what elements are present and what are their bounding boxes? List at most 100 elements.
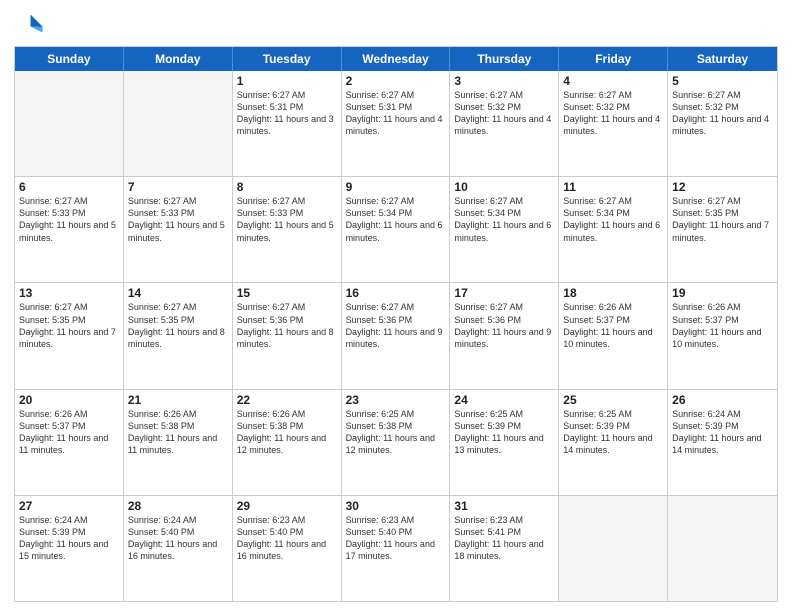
day-info: Sunrise: 6:26 AM Sunset: 5:37 PM Dayligh…: [563, 301, 663, 350]
day-cell-29: 29Sunrise: 6:23 AM Sunset: 5:40 PM Dayli…: [233, 496, 342, 601]
day-info: Sunrise: 6:27 AM Sunset: 5:31 PM Dayligh…: [237, 89, 337, 138]
empty-cell: [559, 496, 668, 601]
day-number: 5: [672, 74, 773, 88]
day-number: 8: [237, 180, 337, 194]
day-info: Sunrise: 6:27 AM Sunset: 5:33 PM Dayligh…: [19, 195, 119, 244]
day-cell-24: 24Sunrise: 6:25 AM Sunset: 5:39 PM Dayli…: [450, 390, 559, 495]
day-number: 31: [454, 499, 554, 513]
header-day-wednesday: Wednesday: [342, 47, 451, 71]
day-cell-20: 20Sunrise: 6:26 AM Sunset: 5:37 PM Dayli…: [15, 390, 124, 495]
day-info: Sunrise: 6:23 AM Sunset: 5:40 PM Dayligh…: [237, 514, 337, 563]
day-info: Sunrise: 6:26 AM Sunset: 5:38 PM Dayligh…: [237, 408, 337, 457]
day-cell-25: 25Sunrise: 6:25 AM Sunset: 5:39 PM Dayli…: [559, 390, 668, 495]
logo-icon: [14, 10, 44, 40]
day-number: 29: [237, 499, 337, 513]
day-info: Sunrise: 6:27 AM Sunset: 5:32 PM Dayligh…: [563, 89, 663, 138]
day-cell-30: 30Sunrise: 6:23 AM Sunset: 5:40 PM Dayli…: [342, 496, 451, 601]
day-info: Sunrise: 6:23 AM Sunset: 5:41 PM Dayligh…: [454, 514, 554, 563]
day-cell-31: 31Sunrise: 6:23 AM Sunset: 5:41 PM Dayli…: [450, 496, 559, 601]
calendar-body: 1Sunrise: 6:27 AM Sunset: 5:31 PM Daylig…: [15, 71, 777, 601]
day-cell-19: 19Sunrise: 6:26 AM Sunset: 5:37 PM Dayli…: [668, 283, 777, 388]
day-info: Sunrise: 6:27 AM Sunset: 5:36 PM Dayligh…: [454, 301, 554, 350]
day-info: Sunrise: 6:24 AM Sunset: 5:39 PM Dayligh…: [672, 408, 773, 457]
day-info: Sunrise: 6:27 AM Sunset: 5:34 PM Dayligh…: [454, 195, 554, 244]
header-day-tuesday: Tuesday: [233, 47, 342, 71]
day-number: 27: [19, 499, 119, 513]
calendar-row-0: 1Sunrise: 6:27 AM Sunset: 5:31 PM Daylig…: [15, 71, 777, 176]
day-number: 1: [237, 74, 337, 88]
day-number: 17: [454, 286, 554, 300]
day-info: Sunrise: 6:27 AM Sunset: 5:36 PM Dayligh…: [237, 301, 337, 350]
day-cell-27: 27Sunrise: 6:24 AM Sunset: 5:39 PM Dayli…: [15, 496, 124, 601]
empty-cell: [668, 496, 777, 601]
day-number: 7: [128, 180, 228, 194]
day-number: 20: [19, 393, 119, 407]
day-cell-15: 15Sunrise: 6:27 AM Sunset: 5:36 PM Dayli…: [233, 283, 342, 388]
day-info: Sunrise: 6:26 AM Sunset: 5:37 PM Dayligh…: [19, 408, 119, 457]
day-cell-7: 7Sunrise: 6:27 AM Sunset: 5:33 PM Daylig…: [124, 177, 233, 282]
day-number: 19: [672, 286, 773, 300]
day-number: 6: [19, 180, 119, 194]
day-cell-4: 4Sunrise: 6:27 AM Sunset: 5:32 PM Daylig…: [559, 71, 668, 176]
day-info: Sunrise: 6:27 AM Sunset: 5:31 PM Dayligh…: [346, 89, 446, 138]
day-number: 14: [128, 286, 228, 300]
calendar-row-4: 27Sunrise: 6:24 AM Sunset: 5:39 PM Dayli…: [15, 495, 777, 601]
day-number: 25: [563, 393, 663, 407]
day-number: 3: [454, 74, 554, 88]
day-cell-8: 8Sunrise: 6:27 AM Sunset: 5:33 PM Daylig…: [233, 177, 342, 282]
day-cell-18: 18Sunrise: 6:26 AM Sunset: 5:37 PM Dayli…: [559, 283, 668, 388]
day-info: Sunrise: 6:27 AM Sunset: 5:35 PM Dayligh…: [128, 301, 228, 350]
day-info: Sunrise: 6:27 AM Sunset: 5:35 PM Dayligh…: [672, 195, 773, 244]
day-number: 30: [346, 499, 446, 513]
header-day-friday: Friday: [559, 47, 668, 71]
day-number: 24: [454, 393, 554, 407]
day-info: Sunrise: 6:27 AM Sunset: 5:32 PM Dayligh…: [672, 89, 773, 138]
day-number: 4: [563, 74, 663, 88]
day-number: 26: [672, 393, 773, 407]
day-cell-11: 11Sunrise: 6:27 AM Sunset: 5:34 PM Dayli…: [559, 177, 668, 282]
day-number: 10: [454, 180, 554, 194]
header: [14, 10, 778, 40]
day-cell-13: 13Sunrise: 6:27 AM Sunset: 5:35 PM Dayli…: [15, 283, 124, 388]
day-info: Sunrise: 6:27 AM Sunset: 5:34 PM Dayligh…: [563, 195, 663, 244]
day-info: Sunrise: 6:26 AM Sunset: 5:37 PM Dayligh…: [672, 301, 773, 350]
day-cell-22: 22Sunrise: 6:26 AM Sunset: 5:38 PM Dayli…: [233, 390, 342, 495]
day-info: Sunrise: 6:27 AM Sunset: 5:36 PM Dayligh…: [346, 301, 446, 350]
day-info: Sunrise: 6:24 AM Sunset: 5:39 PM Dayligh…: [19, 514, 119, 563]
header-day-monday: Monday: [124, 47, 233, 71]
day-number: 21: [128, 393, 228, 407]
day-cell-26: 26Sunrise: 6:24 AM Sunset: 5:39 PM Dayli…: [668, 390, 777, 495]
day-cell-9: 9Sunrise: 6:27 AM Sunset: 5:34 PM Daylig…: [342, 177, 451, 282]
day-cell-1: 1Sunrise: 6:27 AM Sunset: 5:31 PM Daylig…: [233, 71, 342, 176]
calendar-row-3: 20Sunrise: 6:26 AM Sunset: 5:37 PM Dayli…: [15, 389, 777, 495]
day-cell-28: 28Sunrise: 6:24 AM Sunset: 5:40 PM Dayli…: [124, 496, 233, 601]
header-day-sunday: Sunday: [15, 47, 124, 71]
empty-cell: [15, 71, 124, 176]
day-number: 2: [346, 74, 446, 88]
day-info: Sunrise: 6:25 AM Sunset: 5:38 PM Dayligh…: [346, 408, 446, 457]
day-info: Sunrise: 6:27 AM Sunset: 5:34 PM Dayligh…: [346, 195, 446, 244]
day-cell-6: 6Sunrise: 6:27 AM Sunset: 5:33 PM Daylig…: [15, 177, 124, 282]
day-cell-3: 3Sunrise: 6:27 AM Sunset: 5:32 PM Daylig…: [450, 71, 559, 176]
day-cell-2: 2Sunrise: 6:27 AM Sunset: 5:31 PM Daylig…: [342, 71, 451, 176]
day-info: Sunrise: 6:24 AM Sunset: 5:40 PM Dayligh…: [128, 514, 228, 563]
header-day-thursday: Thursday: [450, 47, 559, 71]
day-number: 12: [672, 180, 773, 194]
day-cell-17: 17Sunrise: 6:27 AM Sunset: 5:36 PM Dayli…: [450, 283, 559, 388]
day-cell-14: 14Sunrise: 6:27 AM Sunset: 5:35 PM Dayli…: [124, 283, 233, 388]
day-cell-10: 10Sunrise: 6:27 AM Sunset: 5:34 PM Dayli…: [450, 177, 559, 282]
day-cell-12: 12Sunrise: 6:27 AM Sunset: 5:35 PM Dayli…: [668, 177, 777, 282]
day-info: Sunrise: 6:27 AM Sunset: 5:33 PM Dayligh…: [128, 195, 228, 244]
day-cell-16: 16Sunrise: 6:27 AM Sunset: 5:36 PM Dayli…: [342, 283, 451, 388]
page: SundayMondayTuesdayWednesdayThursdayFrid…: [0, 0, 792, 612]
day-number: 11: [563, 180, 663, 194]
day-number: 15: [237, 286, 337, 300]
day-info: Sunrise: 6:27 AM Sunset: 5:33 PM Dayligh…: [237, 195, 337, 244]
day-number: 9: [346, 180, 446, 194]
day-cell-23: 23Sunrise: 6:25 AM Sunset: 5:38 PM Dayli…: [342, 390, 451, 495]
day-number: 16: [346, 286, 446, 300]
day-cell-5: 5Sunrise: 6:27 AM Sunset: 5:32 PM Daylig…: [668, 71, 777, 176]
calendar-row-2: 13Sunrise: 6:27 AM Sunset: 5:35 PM Dayli…: [15, 282, 777, 388]
day-number: 23: [346, 393, 446, 407]
day-info: Sunrise: 6:26 AM Sunset: 5:38 PM Dayligh…: [128, 408, 228, 457]
